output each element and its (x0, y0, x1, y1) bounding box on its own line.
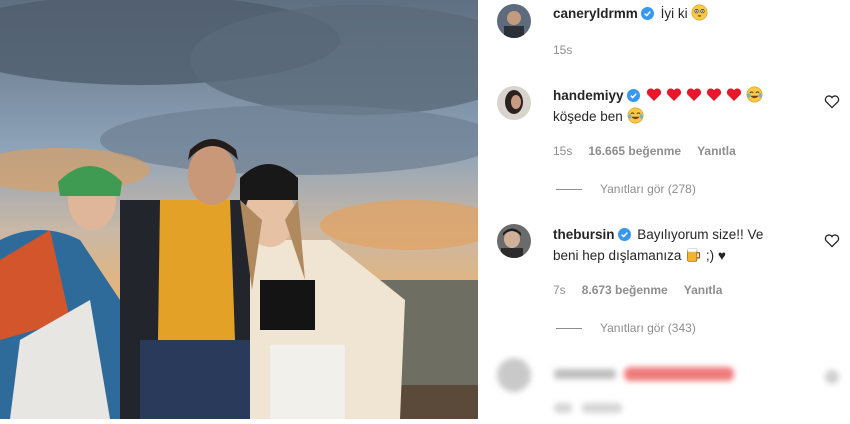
comment-body-line2: beni hep dışlamanıza (553, 248, 682, 263)
red-heart-icon (707, 88, 722, 101)
view-replies-button[interactable]: Yanıtları gör (343) (556, 321, 696, 335)
replies-divider (556, 328, 582, 330)
view-replies-label: Yanıtları gör (278) (600, 182, 696, 196)
likes-count[interactable]: 16.665 beğenme (588, 144, 681, 158)
verified-badge-icon (640, 7, 654, 20)
username[interactable]: handemiyy (553, 88, 624, 103)
tears-of-joy-icon (627, 107, 644, 124)
avatar[interactable] (497, 86, 531, 120)
view-replies-label: Yanıtları gör (343) (600, 321, 696, 335)
flushed-face-icon (691, 4, 708, 21)
comment-body-tail: ;) ♥ (705, 248, 726, 263)
beer-mug-icon (687, 248, 701, 262)
comment-text: handemiyy köşede ben (553, 85, 798, 127)
comment-body-line1: Bayılıyorum size!! Ve (637, 227, 764, 242)
post-photo[interactable] (0, 0, 478, 419)
comment-time: 7s (553, 283, 566, 297)
like-comment-heart-icon[interactable] (824, 234, 840, 248)
verified-badge-icon (617, 228, 631, 241)
likes-count[interactable]: 8.673 beğenme (582, 283, 668, 297)
username[interactable]: thebursin (553, 227, 615, 242)
verified-badge-icon (626, 89, 640, 102)
comment-time: 15s (553, 43, 573, 57)
comment-meta: 7s 8.673 beğenme Yanıtla (553, 283, 738, 297)
red-heart-icon (647, 88, 662, 101)
reply-button[interactable]: Yanıtla (684, 283, 723, 297)
comment-time: 15s (553, 144, 573, 158)
post-photo-image (0, 0, 478, 419)
comment-text: thebursin Bayılıyorum size!! Ve beni hep… (553, 224, 798, 266)
comment-meta: 15s 16.665 beğenme Yanıtla (553, 144, 752, 158)
red-heart-icon (727, 88, 742, 101)
username[interactable]: caneryldrmm (553, 6, 638, 21)
comment-meta: 15s (553, 43, 588, 57)
comment-body: köşede ben (553, 109, 623, 124)
comment-body: İyi ki (660, 6, 688, 21)
comments-panel: caneryldrmm İyi ki 15s handemiyy köşede … (478, 0, 850, 419)
avatar[interactable] (497, 4, 531, 38)
view-replies-button[interactable]: Yanıtları gör (278) (556, 182, 696, 196)
blurred-comment (478, 355, 850, 419)
blurred-comment-placeholder (497, 358, 839, 413)
avatar[interactable] (497, 224, 531, 258)
like-comment-heart-icon[interactable] (824, 95, 840, 109)
comment-text: caneryldrmm İyi ki (553, 3, 798, 24)
replies-divider (556, 189, 582, 191)
red-heart-icon (667, 88, 682, 101)
red-heart-icon (687, 88, 702, 101)
tears-of-joy-icon (746, 86, 763, 103)
reply-button[interactable]: Yanıtla (697, 144, 736, 158)
